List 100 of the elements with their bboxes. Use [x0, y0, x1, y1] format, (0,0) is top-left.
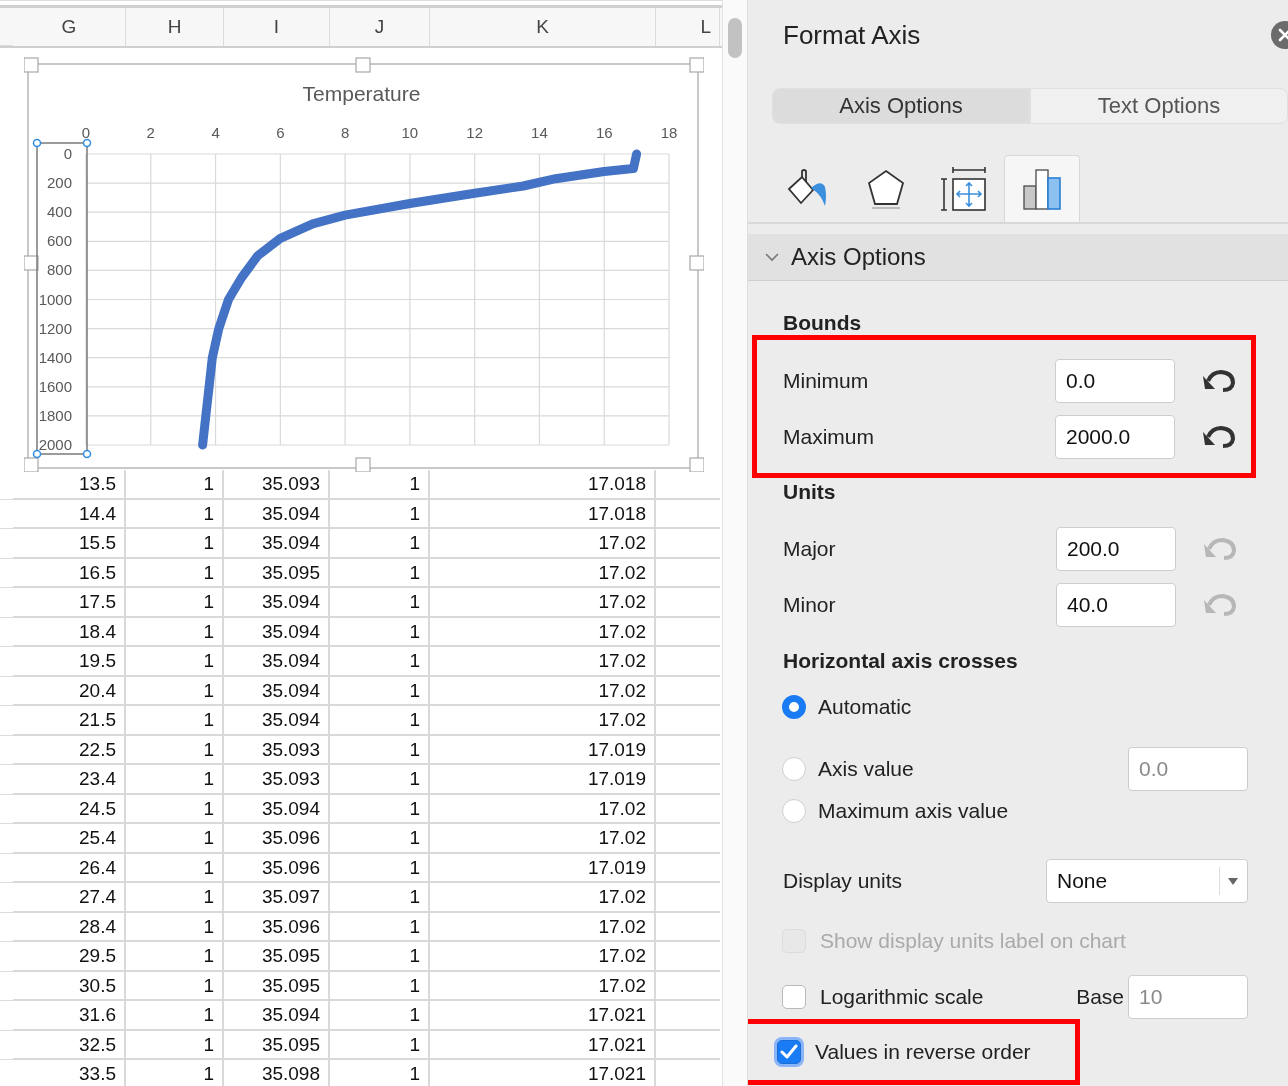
table-cell: 35.093: [224, 735, 330, 765]
chart-area[interactable]: [27, 63, 699, 469]
checkbox-label: Show display units label on chart: [820, 929, 1127, 953]
section-heading: Horizontal axis crosses: [782, 649, 1019, 673]
section-header[interactable]: Axis Options: [748, 234, 1288, 281]
checkbox-label: Values in reverse order: [815, 1040, 1032, 1064]
column-header[interactable]: H: [126, 8, 224, 46]
table-cell: 1: [126, 1060, 224, 1086]
selection-handle[interactable]: [32, 449, 42, 459]
resize-handle[interactable]: [689, 57, 704, 73]
axis-tick-label: 8: [340, 124, 350, 141]
axis-tick-label: 400: [46, 203, 72, 221]
axis-tick-label: 2000: [38, 436, 72, 453]
axis-tick-label: 6: [276, 124, 285, 141]
table-cell: 35.094: [224, 706, 330, 736]
table-cell: 1: [126, 558, 224, 588]
option-label: Automatic: [818, 695, 913, 719]
axis-tick-label: 10: [401, 124, 419, 141]
selection-handle[interactable]: [32, 138, 42, 148]
reset-icon[interactable]: [1203, 425, 1237, 449]
selection-handle[interactable]: [82, 449, 92, 459]
table-cell: 13.5: [13, 470, 126, 500]
table-cell: 17.02: [430, 558, 656, 588]
field-label: Major: [783, 537, 837, 561]
input-field[interactable]: 40.0: [1056, 583, 1176, 627]
table-cell: 16.5: [13, 558, 126, 588]
table-cell: 17.021: [430, 1060, 656, 1086]
field-label: Minimum: [783, 369, 870, 393]
column-header[interactable]: I: [224, 8, 330, 46]
axis-tick-label: 0: [81, 124, 91, 141]
table-cell: 1: [330, 794, 430, 824]
table-cell: 1: [330, 912, 430, 942]
table-cell: 17.02: [430, 912, 656, 942]
table-cell: 1: [126, 971, 224, 1001]
table-cell: 1: [126, 588, 224, 618]
tab[interactable]: Axis Options: [772, 88, 1030, 124]
reset-icon[interactable]: [1203, 369, 1237, 393]
bar-chart-icon: [1023, 168, 1061, 210]
table-cell: 1: [126, 942, 224, 972]
table-cell: 17.02: [430, 647, 656, 677]
table-cell: 17.02: [430, 676, 656, 706]
table-cell: 17.02: [430, 794, 656, 824]
radio-button[interactable]: [782, 695, 806, 719]
table-cell: 14.4: [13, 499, 126, 529]
table-cell: 17.018: [430, 470, 656, 500]
table-cell: 17.02: [430, 942, 656, 972]
column-header[interactable]: G: [13, 8, 126, 46]
table-cell: 1: [330, 735, 430, 765]
dropdown[interactable]: None: [1046, 859, 1248, 903]
resize-handle[interactable]: [24, 457, 39, 472]
table-cell: 1: [126, 529, 224, 559]
table-cell: 1: [330, 588, 430, 618]
resize-handle[interactable]: [355, 57, 371, 73]
table-cell: 35.093: [224, 765, 330, 795]
selection-handle[interactable]: [82, 138, 92, 148]
table-cell: 17.019: [430, 765, 656, 795]
resize-handle[interactable]: [355, 457, 371, 472]
resize-handle[interactable]: [24, 57, 39, 73]
column-header[interactable]: J: [330, 8, 430, 46]
table-cell: 17.021: [430, 1030, 656, 1060]
table-cell: 1: [126, 1030, 224, 1060]
table-cell: 15.5: [13, 529, 126, 559]
table-cell: 28.4: [13, 912, 126, 942]
table-cell: 35.095: [224, 558, 330, 588]
table-cell: 1: [126, 647, 224, 677]
resize-handle[interactable]: [689, 255, 704, 271]
table-cell: 25.4: [13, 824, 126, 854]
table-cell: 17.02: [430, 706, 656, 736]
checkbox[interactable]: [777, 1040, 801, 1064]
table-cell: 17.02: [430, 529, 656, 559]
table-cell: 1: [330, 765, 430, 795]
field-label: Base: [1076, 985, 1124, 1009]
scrollbar-thumb[interactable]: [728, 18, 742, 58]
input-field[interactable]: 0.0: [1055, 359, 1175, 403]
input-field[interactable]: 2000.0: [1055, 415, 1175, 459]
table-cell: 35.096: [224, 853, 330, 883]
table-cell: 26.4: [13, 853, 126, 883]
tab[interactable]: Text Options: [1030, 88, 1288, 124]
field-label: Maximum: [783, 425, 875, 449]
table-cell: 1: [126, 883, 224, 913]
table-cell: 1: [126, 765, 224, 795]
column-header[interactable]: L: [656, 8, 720, 46]
column-header[interactable]: K: [430, 8, 656, 46]
checkbox[interactable]: [782, 985, 806, 1009]
pentagon-icon: [866, 167, 906, 210]
axis-selection-frame[interactable]: [36, 142, 88, 455]
table-cell: 35.094: [224, 794, 330, 824]
table-cell: 35.096: [224, 912, 330, 942]
table-cell: 35.095: [224, 942, 330, 972]
axis-tick-label: 800: [46, 261, 72, 279]
axis-tick-label: 16: [595, 124, 613, 141]
table-cell: 1: [126, 735, 224, 765]
table-cell: 35.095: [224, 1030, 330, 1060]
table-cell: 1: [126, 676, 224, 706]
input-field[interactable]: 200.0: [1056, 527, 1176, 571]
table-cell: 1: [330, 824, 430, 854]
table-cell: 35.094: [224, 647, 330, 677]
table-cell: 35.094: [224, 529, 330, 559]
resize-handle[interactable]: [689, 457, 704, 472]
table-cell: 1: [126, 853, 224, 883]
